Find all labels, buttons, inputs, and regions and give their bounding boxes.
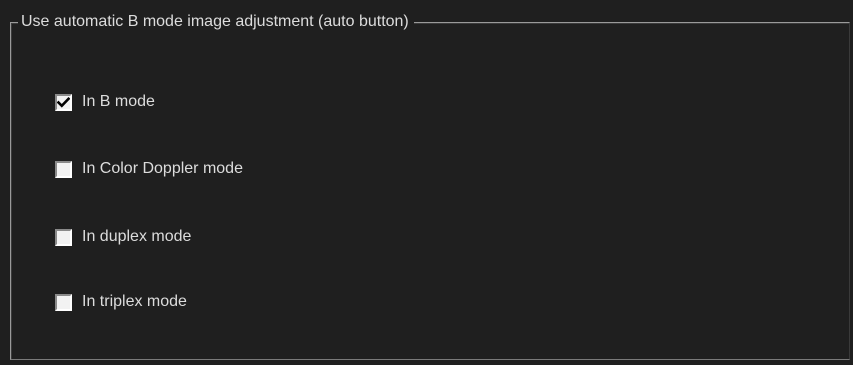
option-label-color-doppler-mode: In Color Doppler mode: [82, 160, 243, 177]
checkbox-b-mode[interactable]: [55, 93, 72, 111]
option-label-triplex-mode: In triplex mode: [82, 293, 187, 310]
checkbox-color-doppler-mode[interactable]: [55, 160, 72, 178]
groupbox-title: Use automatic B mode image adjustment (a…: [18, 11, 414, 33]
checkbox-triplex-mode[interactable]: [55, 293, 72, 311]
checkmark-icon: [57, 96, 70, 108]
auto-adjust-settings-panel: Use automatic B mode image adjustment (a…: [0, 0, 853, 365]
option-duplex-mode[interactable]: In duplex mode: [55, 226, 191, 248]
option-b-mode[interactable]: In B mode: [55, 91, 155, 113]
checkbox-duplex-mode[interactable]: [55, 228, 72, 246]
option-color-doppler-mode[interactable]: In Color Doppler mode: [55, 158, 243, 180]
option-label-b-mode: In B mode: [82, 93, 155, 110]
option-label-duplex-mode: In duplex mode: [82, 228, 192, 245]
option-triplex-mode[interactable]: In triplex mode: [55, 291, 187, 313]
